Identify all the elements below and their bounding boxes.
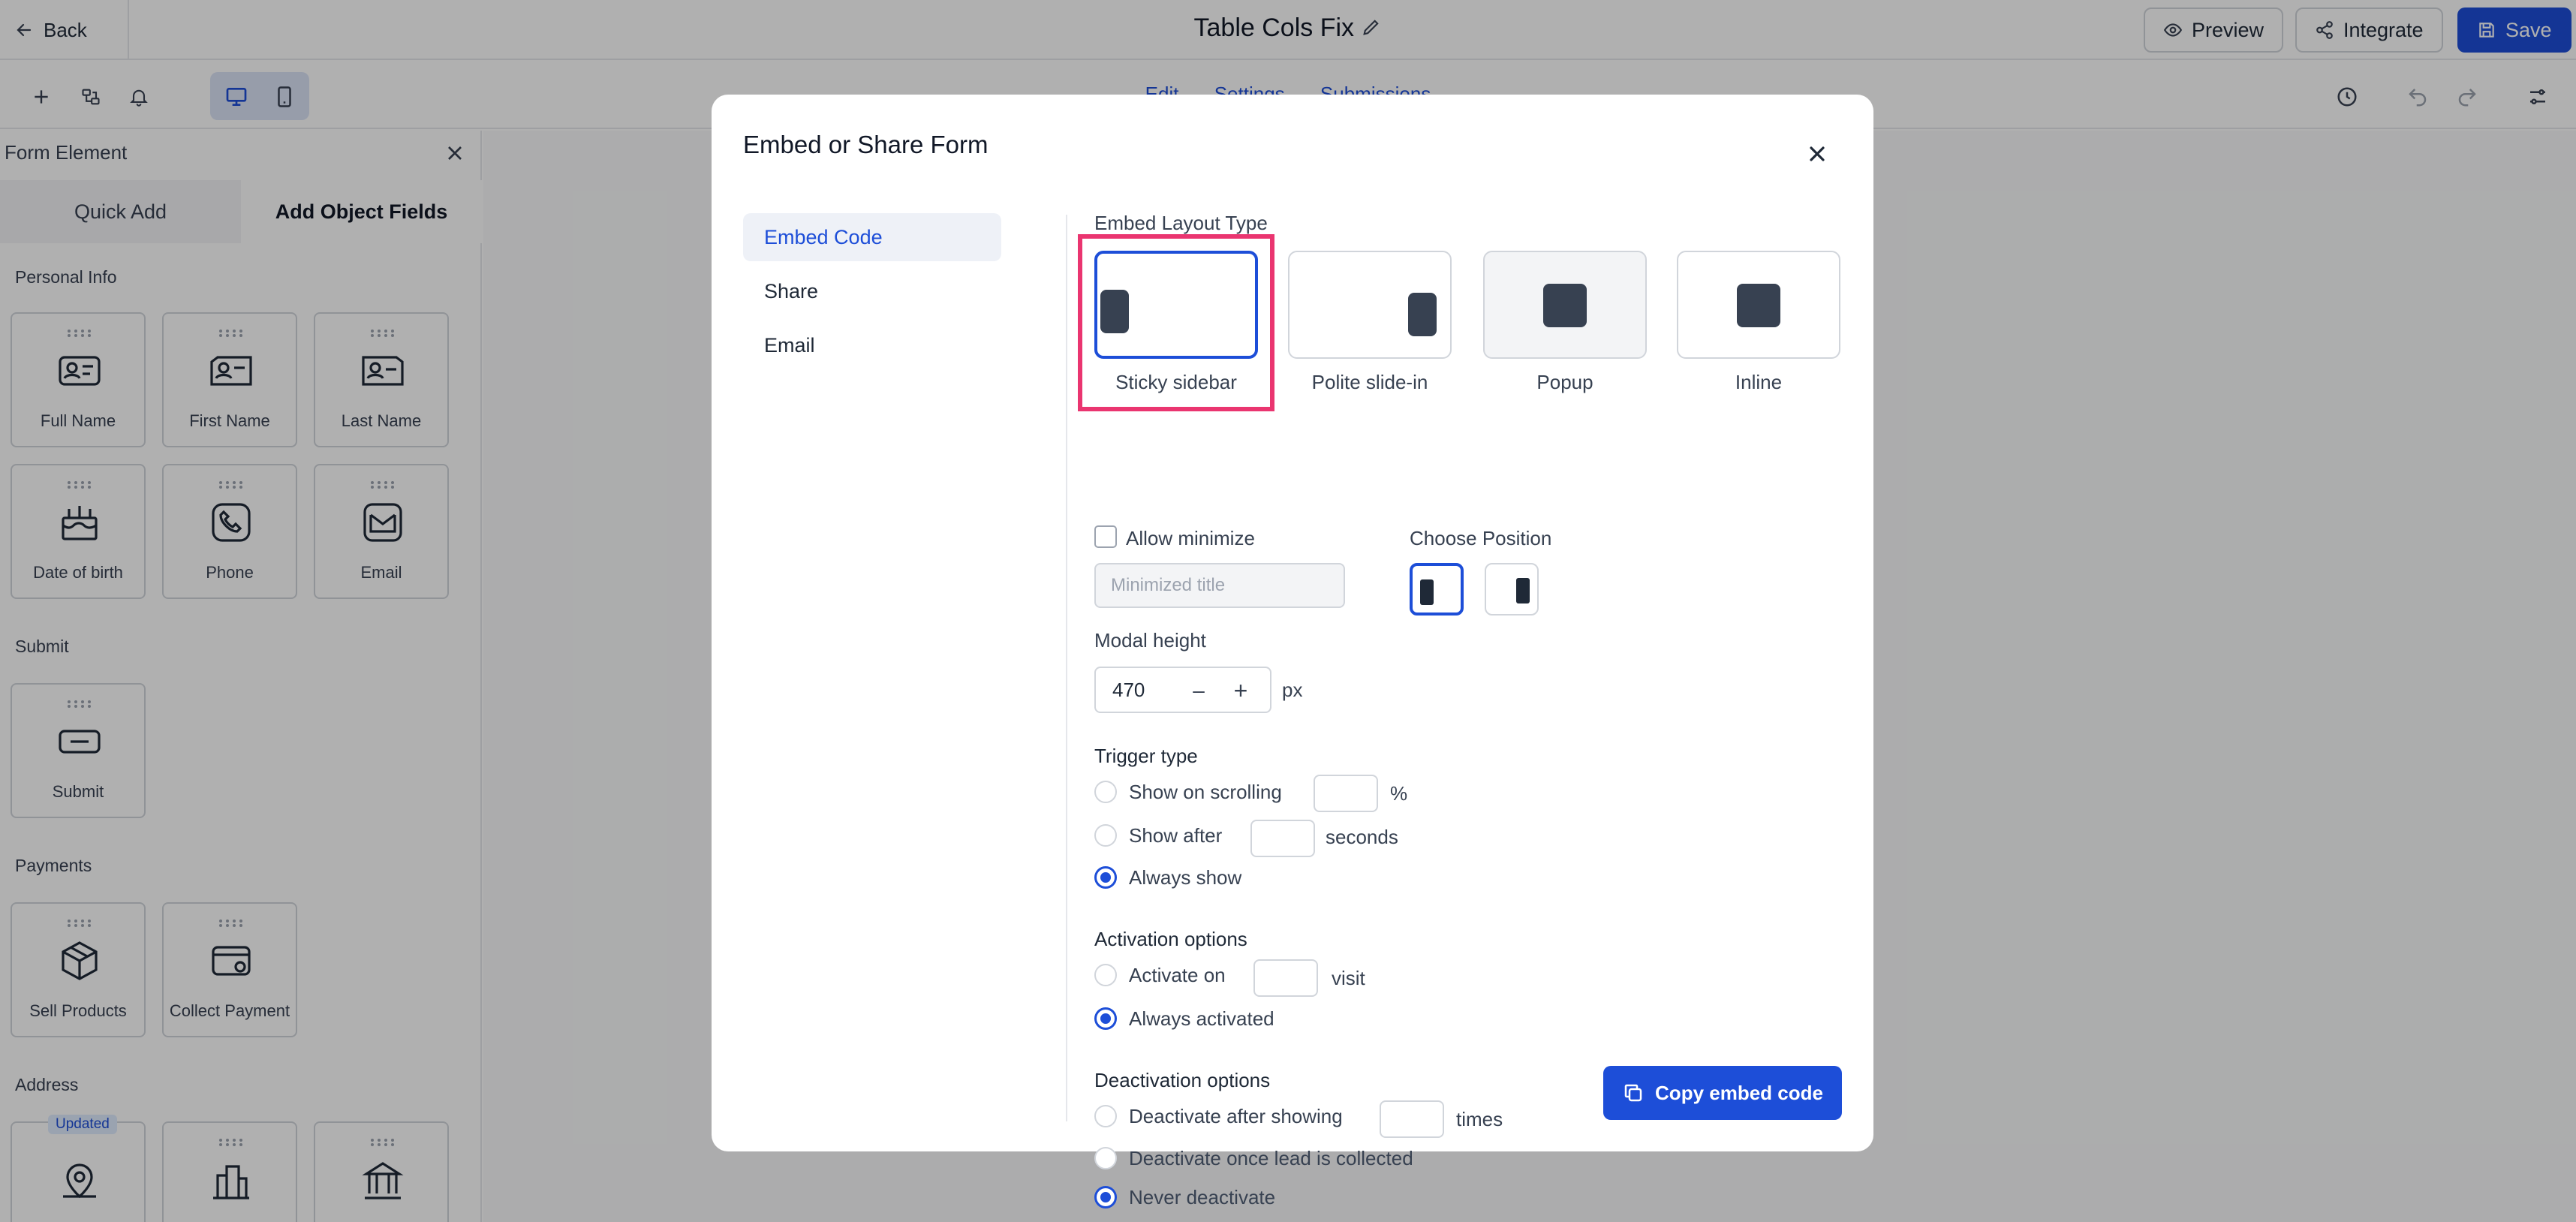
copy-embed-code-label: Copy embed code — [1655, 1081, 1823, 1104]
embed-share-modal: Embed or Share Form Embed Code Share Ema… — [712, 95, 1873, 1208]
trigger-after-radio[interactable] — [1094, 824, 1117, 847]
activate-on-label: Activate on — [1129, 964, 1226, 986]
modal-height-unit: px — [1282, 679, 1303, 701]
position-preview-block — [1516, 578, 1530, 603]
always-activated-label: Always activated — [1129, 1007, 1274, 1030]
layout-popup[interactable] — [1483, 251, 1647, 359]
layout-preview-block — [1100, 290, 1129, 333]
position-preview-block — [1420, 579, 1434, 605]
scroll-percent-unit: % — [1390, 782, 1408, 805]
increment-button[interactable]: + — [1228, 677, 1253, 704]
modal-height-stepper[interactable]: 470 – + — [1094, 667, 1271, 713]
layout-preview-block — [1408, 293, 1437, 336]
trigger-scrolling-radio[interactable] — [1094, 781, 1117, 803]
divider — [1066, 215, 1067, 1121]
activate-on-radio[interactable] — [1094, 964, 1117, 986]
never-deactivate-radio[interactable] — [1094, 1186, 1117, 1208]
position-left-button[interactable] — [1410, 563, 1464, 616]
layout-caption: Inline — [1735, 371, 1783, 393]
layout-caption: Sticky sidebar — [1115, 371, 1237, 393]
embed-settings: Embed Layout Type Sticky sidebar Polite … — [1078, 212, 1845, 1208]
choose-position-label: Choose Position — [1410, 527, 1552, 549]
activate-on-visit-input[interactable] — [1253, 959, 1318, 997]
trigger-scrolling-label: Show on scrolling — [1129, 781, 1282, 803]
activation-options-label: Activation options — [1094, 928, 1247, 950]
nav-embed-code[interactable]: Embed Code — [743, 213, 1001, 261]
modal-height-value[interactable]: 470 — [1112, 679, 1145, 702]
layout-preview-block — [1737, 284, 1780, 327]
deactivate-times-unit: times — [1456, 1108, 1503, 1130]
deactivate-after-radio[interactable] — [1094, 1105, 1117, 1127]
allow-minimize-checkbox[interactable] — [1094, 525, 1117, 548]
deactivate-after-label: Deactivate after showing — [1129, 1105, 1343, 1127]
trigger-always-label: Always show — [1129, 866, 1242, 889]
trigger-type-label: Trigger type — [1094, 745, 1198, 767]
layout-sticky-sidebar[interactable] — [1094, 251, 1258, 359]
trigger-always-radio[interactable] — [1094, 866, 1117, 889]
layout-caption: Polite slide-in — [1311, 371, 1428, 393]
deactivate-once-lead-radio[interactable] — [1094, 1147, 1117, 1169]
decrement-button[interactable]: – — [1186, 679, 1211, 704]
copy-icon — [1624, 1084, 1642, 1102]
deactivation-options-label: Deactivation options — [1094, 1069, 1271, 1091]
nav-share[interactable]: Share — [743, 267, 1001, 315]
deactivate-once-lead-label: Deactivate once lead is collected — [1129, 1147, 1413, 1169]
minimized-title-input[interactable]: Minimized title — [1094, 563, 1345, 608]
position-right-button[interactable] — [1485, 563, 1539, 616]
modal-nav: Embed Code Share Email — [743, 213, 1001, 375]
allow-minimize-label: Allow minimize — [1126, 527, 1255, 549]
modal-title: Embed or Share Form — [743, 131, 989, 158]
embed-layout-type-label: Embed Layout Type — [1094, 212, 1268, 234]
nav-email[interactable]: Email — [743, 321, 1001, 369]
modal-height-label: Modal height — [1094, 629, 1206, 652]
never-deactivate-label: Never deactivate — [1129, 1186, 1276, 1208]
trigger-after-label: Show after — [1129, 824, 1223, 847]
layout-polite-slide-in[interactable] — [1288, 251, 1452, 359]
layout-inline[interactable] — [1677, 251, 1840, 359]
layout-caption: Popup — [1536, 371, 1593, 393]
always-activated-radio[interactable] — [1094, 1007, 1117, 1030]
copy-embed-code-button[interactable]: Copy embed code — [1603, 1066, 1842, 1120]
deactivate-times-input[interactable] — [1380, 1100, 1444, 1138]
close-icon — [1810, 146, 1825, 161]
delay-seconds-unit: seconds — [1326, 826, 1398, 848]
delay-seconds-input[interactable] — [1250, 820, 1315, 857]
scroll-percent-input[interactable] — [1314, 775, 1378, 812]
modal-close-button[interactable] — [1800, 137, 1834, 171]
activate-on-unit: visit — [1332, 967, 1365, 989]
layout-preview-block — [1543, 284, 1587, 327]
